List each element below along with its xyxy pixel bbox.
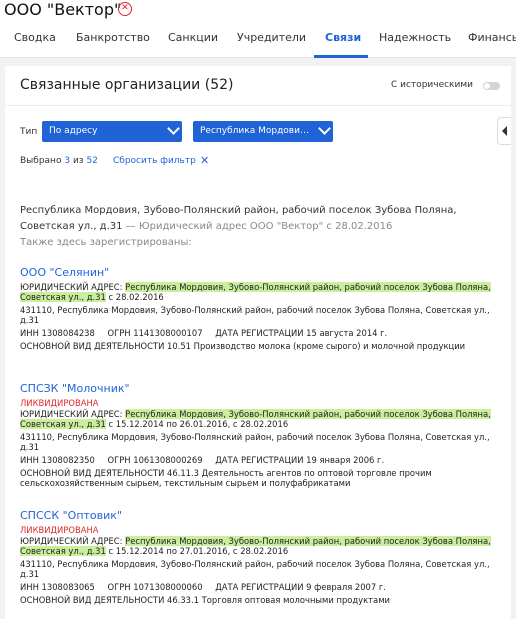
top-bar: ООО "Вектор" ✕ Сводка Банкротство Санкци… [0,0,516,58]
addr-label: ЮРИДИЧЕСКИЙ АДРЕС: [20,282,123,292]
org-name-link[interactable]: СПССК "Оптовик" [20,509,510,523]
selected-number: 3 [64,156,71,166]
org-name-link[interactable]: СПСЗК "Молочник" [20,382,510,396]
historical-toggle[interactable] [483,82,500,90]
reset-filter-icon[interactable]: ✕ [200,154,209,167]
org-activity: ОСНОВНОЙ ВИД ДЕЯТЕЛЬНОСТИ 46.33.1 Торгов… [20,595,510,605]
address-note: — Юридический адрес ООО "Вектор" с 28.02… [122,221,393,232]
inn-value: 1308082350 [41,455,95,465]
tab-founders[interactable]: Учредители [237,31,306,44]
activity-label: ОСНОВНОЙ ВИД ДЕЯТЕЛЬНОСТИ [20,595,165,605]
org-legal-address: ЮРИДИЧЕСКИЙ АДРЕС: Республика Мордовия, … [20,282,510,302]
ogrn-value: 1061308000269 [133,455,203,465]
card-header: Связанные организации (52) С исторически… [5,66,511,106]
status-badge: ЛИКВИДИРОВАНА [20,398,99,408]
type-select-value: По адресу [49,126,98,136]
addr-tail: с 28.02.2016 [105,292,164,302]
reg-label: ДАТА РЕГИСТРАЦИИ [215,455,304,465]
list-item: ООО "Селянин" ЮРИДИЧЕСКИЙ АДРЕС: Республ… [20,266,510,354]
activity-value: 10.51 Производство молока (кроме сырого)… [167,341,466,351]
addr-label: ЮРИДИЧЕСКИЙ АДРЕС: [20,536,123,546]
reg-value: 9 февраля 2007 г. [306,582,386,592]
selected-of: из [72,156,84,166]
org-full-address: 431110, Республика Мордовия, Зубово-Поля… [20,559,490,579]
org-legal-address: ЮРИДИЧЕСКИЙ АДРЕС: Республика Мордовия, … [20,536,510,556]
selected-count: Выбрано 3 из 52 [20,156,98,166]
reg-label: ДАТА РЕГИСТРАЦИИ [215,582,304,592]
also-registered-label: Также здесь зарегистрированы: [20,237,192,248]
addr-tail: с 15.12.2014 по 27.01.2016, с 28.02.2016 [105,546,289,556]
activity-label: ОСНОВНОЙ ВИД ДЕЯТЕЛЬНОСТИ [20,468,165,478]
org-activity: ОСНОВНОЙ ВИД ДЕЯТЕЛЬНОСТИ 46.11.3 Деятел… [20,468,510,488]
inn-label: ИНН [20,582,39,592]
company-title: ООО "Вектор" [4,0,122,19]
reset-filter-link[interactable]: Сбросить фильтр [113,156,196,166]
reg-value: 15 августа 2014 г. [306,328,388,338]
selected-total: 52 [86,156,98,166]
collapse-panel-button[interactable] [497,117,511,145]
org-ids: ИНН 1308082350 ОГРН 1061308000269 ДАТА Р… [20,455,510,465]
address-select-value: Республика Мордови… [200,126,309,136]
list-item: СПСЗК "Молочник" ЛИКВИДИРОВАНА ЮРИДИЧЕСК… [20,382,510,491]
tab-summary[interactable]: Сводка [14,31,56,44]
ogrn-label: ОГРН [107,455,131,465]
type-label: Тип [20,127,38,137]
org-ids: ИНН 1308083065 ОГРН 1071308000060 ДАТА Р… [20,582,510,592]
tab-bar: Сводка Банкротство Санкции Учредители Св… [0,24,516,58]
type-select[interactable]: По адресу [42,121,182,142]
selected-prefix: Выбрано [20,156,62,166]
tab-connections[interactable]: Связи [325,31,361,44]
close-icon[interactable]: ✕ [118,2,132,16]
list-item: СПССК "Оптовик" ЛИКВИДИРОВАНА ЮРИДИЧЕСКИ… [20,509,510,608]
org-full-address: 431110, Республика Мордовия, Зубово-Поля… [20,432,490,452]
org-activity: ОСНОВНОЙ ВИД ДЕЯТЕЛЬНОСТИ 10.51 Производ… [20,341,510,351]
reg-value: 19 января 2006 г. [306,455,385,465]
address-select[interactable]: Республика Мордови… [193,121,333,142]
address-block: Республика Мордовия, Зубово-Полянский ра… [20,203,480,235]
tab-reliability[interactable]: Надежность [379,31,451,44]
inn-label: ИНН [20,328,39,338]
active-tab-indicator [314,55,368,58]
status-badge: ЛИКВИДИРОВАНА [20,525,99,535]
org-name-link[interactable]: ООО "Селянин" [20,266,510,280]
chevron-down-icon [167,122,180,135]
org-full-address: 431110, Республика Мордовия, Зубово-Поля… [20,305,490,325]
tab-finance[interactable]: Финансы [468,31,516,44]
activity-value: 46.33.1 Торговля оптовая молочными проду… [167,595,390,605]
tab-sanctions[interactable]: Санкции [168,31,218,44]
addr-label: ЮРИДИЧЕСКИЙ АДРЕС: [20,409,123,419]
org-ids: ИНН 1308084238 ОГРН 1141308000107 ДАТА Р… [20,328,510,338]
historical-label: С историческими [391,80,473,90]
org-legal-address: ЮРИДИЧЕСКИЙ АДРЕС: Республика Мордовия, … [20,409,510,429]
ogrn-label: ОГРН [107,328,131,338]
addr-tail: с 15.12.2014 по 26.01.2016, с 28.02.2016 [105,419,289,429]
ogrn-value: 1141308000107 [133,328,203,338]
inn-value: 1308083065 [41,582,95,592]
related-orgs-card: Связанные организации (52) С исторически… [5,66,511,619]
ogrn-label: ОГРН [107,582,131,592]
reg-label: ДАТА РЕГИСТРАЦИИ [215,328,304,338]
ogrn-value: 1071308000060 [133,582,203,592]
inn-label: ИНН [20,455,39,465]
chevron-down-icon [318,122,331,135]
inn-value: 1308084238 [41,328,95,338]
activity-label: ОСНОВНОЙ ВИД ДЕЯТЕЛЬНОСТИ [20,341,165,351]
card-title: Связанные организации (52) [20,77,234,93]
tab-bankruptcy[interactable]: Банкротство [76,31,150,44]
